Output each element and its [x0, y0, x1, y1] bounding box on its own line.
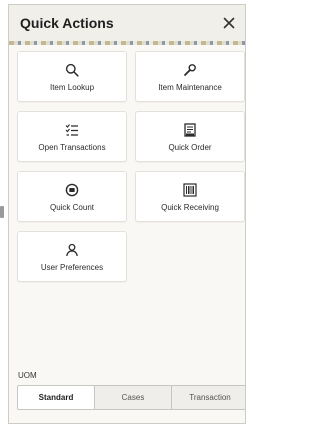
open-transactions-button[interactable]: Open Transactions [17, 111, 127, 162]
count-icon [64, 182, 80, 198]
uom-option-standard[interactable]: Standard [18, 386, 94, 409]
quick-count-button[interactable]: Quick Count [17, 171, 127, 222]
order-receipt-icon [182, 122, 198, 138]
tile-label: Item Lookup [49, 82, 95, 92]
user-preferences-button[interactable]: User Preferences [17, 231, 127, 282]
header-banner [9, 41, 245, 45]
quick-receiving-button[interactable]: Quick Receiving [135, 171, 245, 222]
tile-label: Open Transactions [38, 142, 106, 152]
quick-order-button[interactable]: Quick Order [135, 111, 245, 162]
item-maintenance-button[interactable]: Item Maintenance [135, 51, 245, 102]
uom-label: UOM [18, 371, 37, 380]
checklist-icon [64, 122, 80, 138]
close-icon[interactable] [220, 14, 238, 32]
tile-label: Quick Order [168, 142, 212, 152]
barcode-icon [182, 182, 198, 198]
wrench-icon [182, 62, 198, 78]
search-icon [64, 62, 80, 78]
uom-option-transaction[interactable]: Transaction [171, 386, 245, 409]
tile-label: Quick Receiving [161, 202, 219, 212]
uom-option-cases[interactable]: Cases [94, 386, 171, 409]
tile-label: Quick Count [49, 202, 95, 212]
quick-actions-panel: Quick Actions Item Lookup Item Maintenan… [8, 4, 246, 424]
panel-header: Quick Actions [9, 5, 245, 41]
panel-title: Quick Actions [20, 15, 114, 31]
tile-label: Item Maintenance [158, 82, 222, 92]
uom-segmented-control: Standard Cases Transaction [17, 385, 245, 410]
tile-label: User Preferences [40, 262, 104, 272]
drawer-resize-handle[interactable] [0, 206, 4, 218]
user-icon [64, 242, 80, 258]
item-lookup-button[interactable]: Item Lookup [17, 51, 127, 102]
quick-action-grid: Item Lookup Item Maintenance Open Transa… [17, 51, 245, 282]
